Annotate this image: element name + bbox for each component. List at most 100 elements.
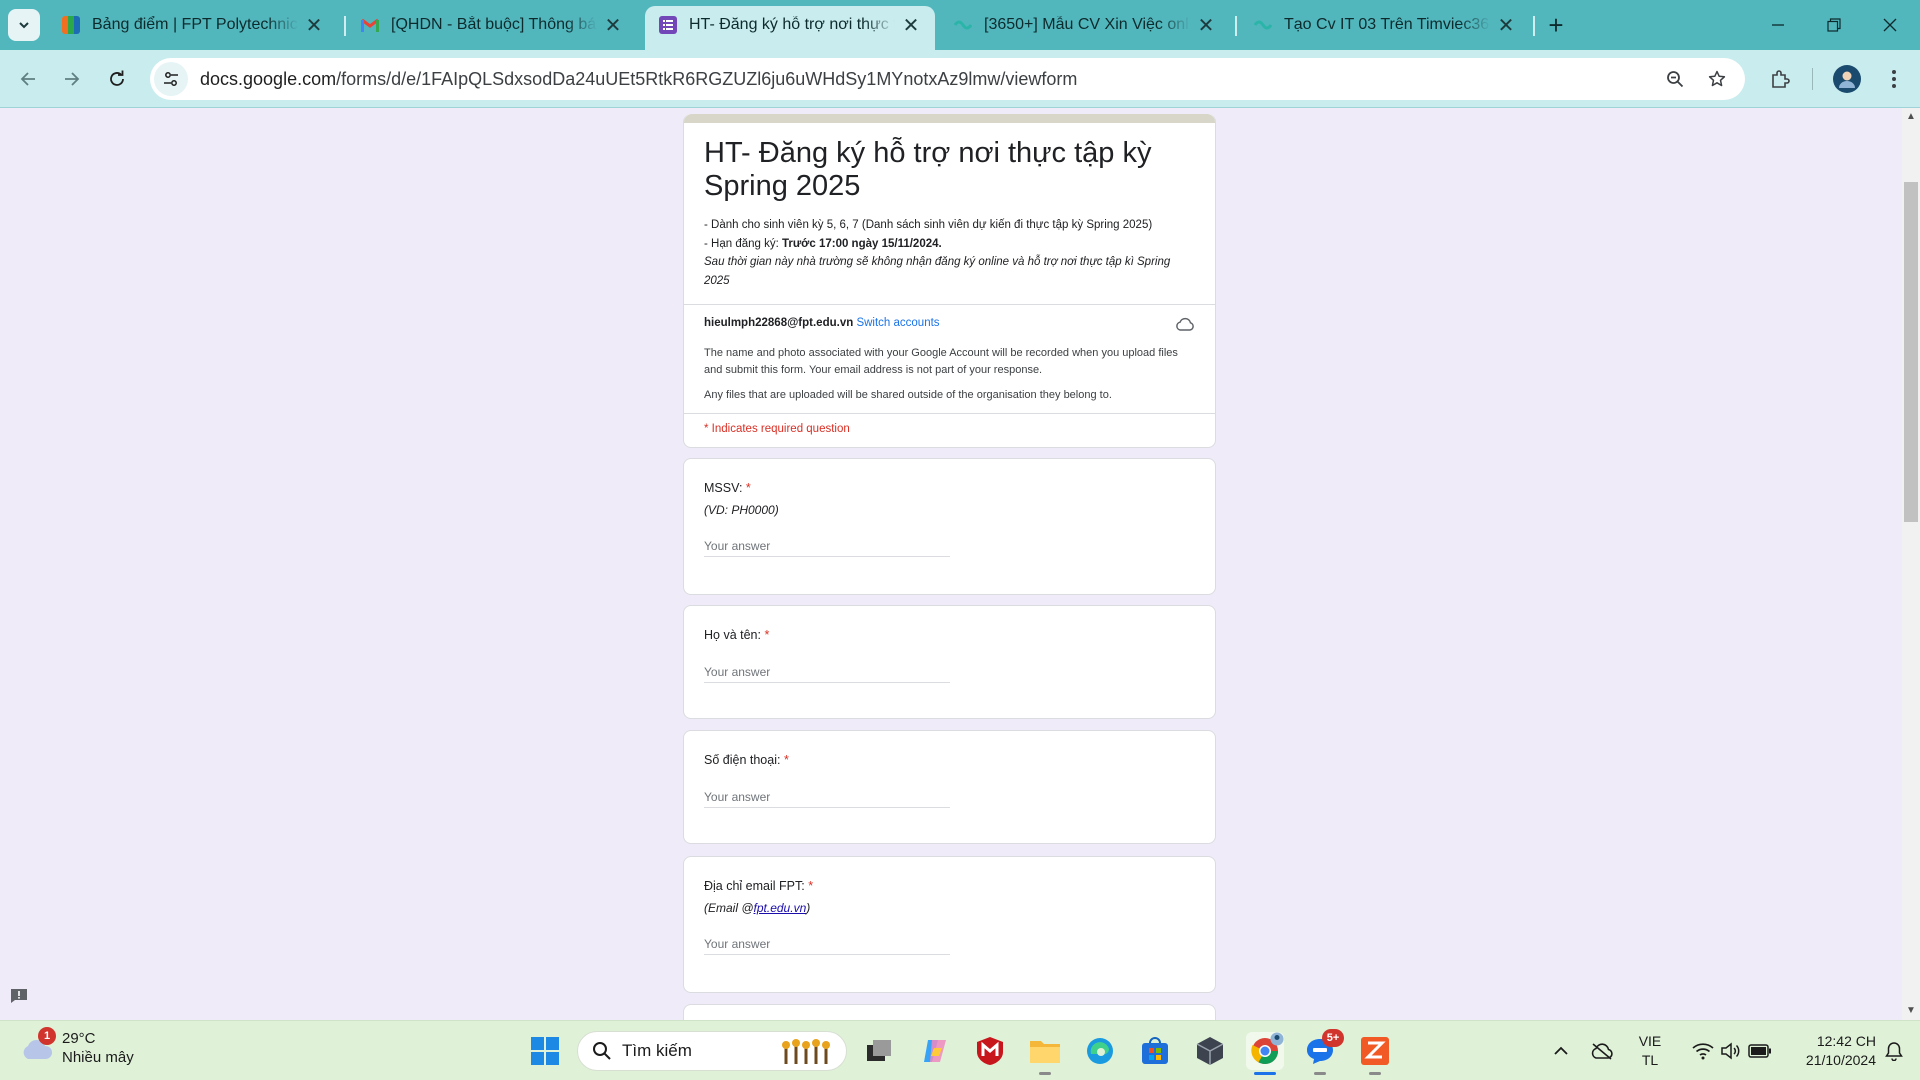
arrow-left-icon (20, 72, 35, 86)
task-view-icon (867, 1040, 891, 1061)
reload-button[interactable] (101, 63, 133, 95)
new-tab-button[interactable]: + (1540, 9, 1572, 41)
header-banner (684, 114, 1215, 123)
scroll-up-arrow-icon[interactable]: ▲ (1906, 111, 1916, 122)
reader-button[interactable] (1356, 1032, 1394, 1070)
tab-title: Bảng điểm | FPT Polytechnic (92, 16, 298, 33)
mssv-input[interactable] (704, 535, 950, 557)
tab-separator (1533, 16, 1535, 36)
question-hint: (VD: PH0000) (704, 503, 779, 517)
running-indicator (1369, 1072, 1381, 1075)
notifications-button[interactable] (1876, 1021, 1912, 1080)
url-text[interactable]: docs.google.com/forms/d/e/1FAIpQLSdxsodD… (200, 69, 1077, 90)
close-window-button[interactable] (1862, 0, 1918, 50)
tab-title: [3650+] Mẫu CV Xin Việc online (984, 16, 1190, 33)
forward-button[interactable] (56, 63, 88, 95)
chevron-up-icon (1554, 1046, 1568, 1055)
reader-icon (1361, 1037, 1389, 1065)
search-highlight-icon (782, 1039, 830, 1064)
mcafee-button[interactable] (971, 1032, 1009, 1070)
start-button[interactable] (526, 1032, 564, 1070)
more-vert-icon (1892, 70, 1896, 88)
fpt-email-input[interactable] (704, 933, 950, 955)
close-icon[interactable]: ✕ (304, 13, 324, 38)
input-language[interactable]: VIE TL (1630, 1021, 1670, 1080)
menu-button[interactable] (1878, 63, 1910, 95)
reload-icon (110, 70, 124, 86)
input-method: TL (1641, 1052, 1659, 1068)
page-scrollbar[interactable]: ▲ ▼ (1902, 108, 1920, 1020)
required-note: * Indicates required question (704, 423, 850, 435)
scroll-down-arrow-icon[interactable]: ▼ (1906, 1005, 1916, 1016)
tab-qhdn[interactable]: [QHDN - Bắt buộc] Thông báo ✕ (347, 6, 637, 44)
question-card-name: Họ và tên: * (683, 605, 1216, 719)
tab-strip: Bảng điểm | FPT Polytechnic ✕ [QHDN - Bắ… (0, 0, 1920, 50)
phone-input[interactable] (704, 786, 950, 808)
copilot-icon (924, 1040, 946, 1062)
feedback-icon[interactable] (10, 988, 28, 1004)
tab-google-form[interactable]: HT- Đăng ký hỗ trợ nơi thực tập ✕ (645, 6, 935, 50)
close-icon[interactable]: ✕ (1496, 13, 1516, 38)
chrome-button[interactable] (1246, 1032, 1284, 1070)
files-notice: Any files that are uploaded will be shar… (704, 389, 1112, 401)
taskbar-search[interactable]: Tìm kiếm (577, 1031, 847, 1071)
question-label: Số điện thoại: * (704, 753, 789, 767)
tab-title: Tạo Cv IT 03 Trên Timviec365.vn (1284, 16, 1490, 33)
switch-accounts-link[interactable]: Switch accounts (856, 317, 939, 329)
desc-line-1: - Dành cho sinh viên kỳ 5, 6, 7 (Danh sá… (704, 219, 1153, 231)
notification-bell-icon (1885, 1042, 1903, 1061)
weather-condition: Nhiều mây (62, 1049, 134, 1066)
google-forms-icon (659, 16, 677, 34)
edge-icon (1087, 1038, 1113, 1064)
mcafee-icon (977, 1037, 1003, 1065)
profile-avatar[interactable] (1833, 65, 1861, 93)
task-view-button[interactable] (860, 1032, 898, 1070)
onedrive-button[interactable] (1585, 1021, 1619, 1080)
minimize-icon (1772, 24, 1784, 26)
restore-button[interactable] (1806, 0, 1862, 50)
scrollbar-thumb[interactable] (1904, 182, 1918, 522)
file-explorer-button[interactable] (1026, 1032, 1064, 1070)
bookmark-button[interactable] (1701, 63, 1733, 95)
fpt-domain-link[interactable]: fpt.edu.vn (754, 901, 807, 915)
desc-line-2: - Hạn đăng ký: Trước 17:00 ngày 15/11/20… (704, 235, 1195, 254)
timviec-icon (1254, 16, 1272, 34)
back-button[interactable] (12, 63, 44, 95)
show-hidden-icons-button[interactable] (1545, 1021, 1577, 1080)
fpt-icon (62, 16, 80, 34)
quick-settings-button[interactable] (1684, 1021, 1780, 1080)
address-bar[interactable]: docs.google.com/forms/d/e/1FAIpQLSdxsodD… (150, 58, 1745, 100)
question-label: MSSV: * (704, 481, 751, 495)
store-button[interactable] (1136, 1032, 1174, 1070)
volume-icon (1721, 1042, 1740, 1060)
close-icon[interactable]: ✕ (603, 13, 623, 38)
extensions-button[interactable] (1764, 63, 1796, 95)
hint-prefix: (Email @ (704, 901, 754, 915)
tab-mau-cv[interactable]: [3650+] Mẫu CV Xin Việc online ✕ (940, 6, 1230, 44)
edge-button[interactable] (1081, 1032, 1119, 1070)
tab-search-button[interactable] (8, 9, 40, 41)
store-icon (1142, 1037, 1168, 1064)
copilot-button[interactable] (916, 1032, 954, 1070)
full-name-input[interactable] (704, 661, 950, 683)
minimize-button[interactable] (1750, 0, 1806, 50)
chevron-down-icon (19, 22, 29, 29)
cloud-off-icon (1591, 1043, 1613, 1060)
search-icon (593, 1042, 611, 1060)
date: 21/10/2024 (1805, 1052, 1876, 1068)
tab-tao-cv[interactable]: Tạo Cv IT 03 Trên Timviec365.vn ✕ (1240, 6, 1530, 44)
question-card-email: Địa chỉ email FPT: * (Email @fpt.edu.vn) (683, 856, 1216, 993)
star-icon (1708, 70, 1726, 87)
tab-bang-diem[interactable]: Bảng điểm | FPT Polytechnic ✕ (48, 6, 338, 44)
close-icon[interactable]: ✕ (901, 13, 921, 38)
form-header-card: HT- Đăng ký hỗ trợ nơi thực tập kỳ Sprin… (683, 114, 1216, 448)
question-text: Số điện thoại: (704, 753, 781, 767)
site-info-button[interactable] (154, 62, 188, 96)
close-icon[interactable]: ✕ (1196, 13, 1216, 38)
cube-icon (1196, 1037, 1224, 1065)
zoom-button[interactable] (1659, 63, 1691, 95)
question-card-mssv: MSSV: * (VD: PH0000) (683, 458, 1216, 595)
vpn-app-button[interactable] (1191, 1032, 1229, 1070)
clock[interactable]: 12:42 CH 21/10/2024 (1780, 1021, 1876, 1080)
timviec-icon (954, 16, 972, 34)
